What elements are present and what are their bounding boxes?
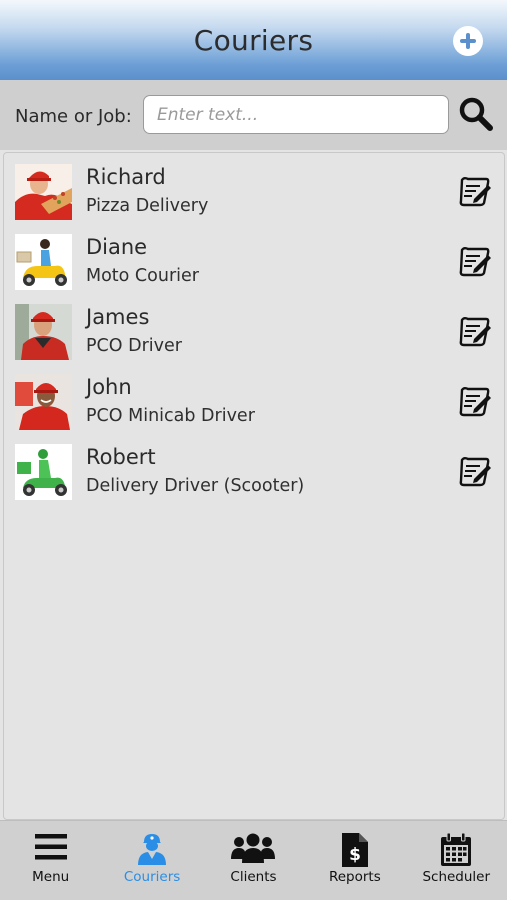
tab-scheduler[interactable]: Scheduler	[406, 821, 507, 900]
courier-row[interactable]: Richard Pizza Delivery	[4, 153, 504, 223]
courier-job: PCO Minicab Driver	[86, 406, 255, 426]
tab-menu[interactable]: Menu	[0, 821, 101, 900]
minicab-driver-avatar	[15, 374, 72, 430]
pizza-delivery-person-avatar	[15, 164, 72, 220]
tab-label: Scheduler	[422, 869, 491, 885]
tab-couriers[interactable]: Couriers	[101, 821, 202, 900]
courier-job: Delivery Driver (Scooter)	[86, 476, 305, 496]
search-label: Name or Job:	[15, 106, 132, 127]
courier-row[interactable]: Robert Delivery Driver (Scooter)	[4, 433, 504, 503]
scooter-driver-avatar	[15, 444, 72, 500]
courier-job: Pizza Delivery	[86, 196, 209, 216]
courier-list: Richard Pizza Delivery Diane Moto Courie…	[3, 152, 505, 820]
courier-name: Diane	[86, 235, 148, 259]
dollar-document-icon: $	[341, 833, 368, 867]
tab-clients[interactable]: Clients	[203, 821, 304, 900]
courier-row[interactable]: Diane Moto Courier	[4, 223, 504, 293]
tab-label: Menu	[32, 869, 70, 885]
add-courier-button[interactable]	[453, 26, 483, 56]
hamburger-menu-icon	[34, 834, 67, 860]
tab-label: Couriers	[123, 869, 181, 885]
bottom-tab-bar: Menu Couriers Clients $ Reports Schedule…	[0, 820, 507, 900]
courier-name: Robert	[86, 445, 156, 469]
page-title: Couriers	[193, 23, 314, 57]
tab-label: Reports	[328, 869, 381, 885]
moto-courier-avatar	[15, 234, 72, 290]
group-people-icon	[231, 833, 276, 863]
courier-job: PCO Driver	[86, 336, 182, 356]
edit-note-icon[interactable]	[458, 315, 492, 347]
courier-job: Moto Courier	[86, 266, 199, 286]
search-input[interactable]	[143, 95, 449, 134]
svg-text:$: $	[349, 845, 361, 865]
courier-name: Richard	[86, 165, 166, 189]
courier-row[interactable]: James PCO Driver	[4, 293, 504, 363]
edit-note-icon[interactable]	[458, 385, 492, 417]
courier-row[interactable]: John PCO Minicab Driver	[4, 363, 504, 433]
search-bar: Name or Job:	[0, 80, 507, 150]
header-bar: Couriers	[0, 0, 507, 80]
edit-note-icon[interactable]	[458, 175, 492, 207]
search-icon[interactable]	[458, 96, 494, 132]
tab-reports[interactable]: $ Reports	[304, 821, 405, 900]
courier-name: John	[86, 375, 132, 399]
edit-note-icon[interactable]	[458, 245, 492, 277]
tab-label: Clients	[230, 869, 277, 885]
edit-note-icon[interactable]	[458, 455, 492, 487]
driver-avatar	[15, 304, 72, 360]
calendar-icon	[441, 833, 472, 866]
courier-person-icon	[138, 834, 167, 865]
courier-name: James	[86, 305, 150, 329]
